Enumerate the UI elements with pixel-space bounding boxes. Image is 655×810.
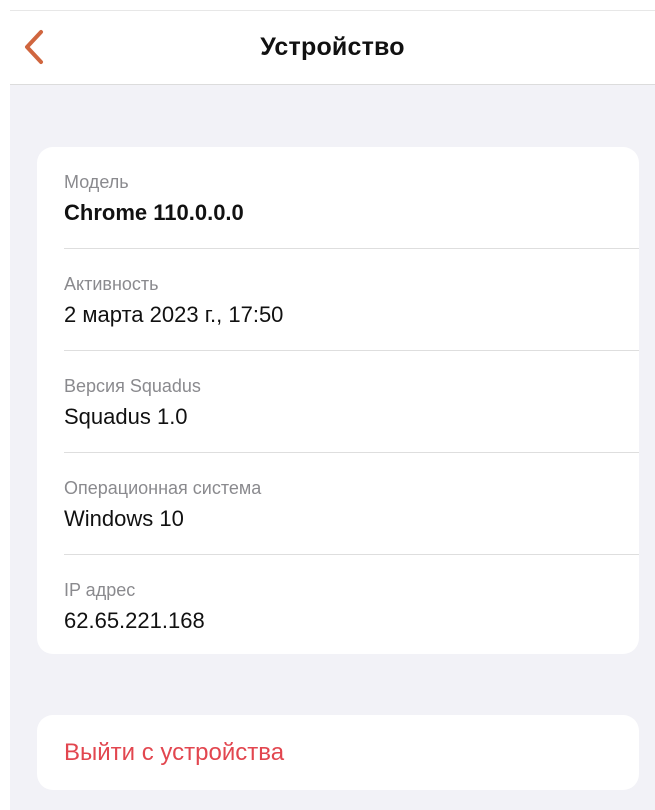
os-value: Windows 10: [64, 506, 184, 531]
info-row-version: Версия Squadus Squadus 1.0: [37, 351, 639, 453]
info-row-model: Модель Chrome 110.0.0.0: [37, 147, 639, 249]
device-details-screen: Устройство Модель Chrome 110.0.0.0 Актив…: [10, 10, 655, 810]
logout-label: Выйти с устройства: [64, 739, 285, 766]
device-info-card: Модель Chrome 110.0.0.0 Активность 2 мар…: [37, 147, 639, 654]
ip-label: IP адрес: [64, 580, 136, 600]
page-title: Устройство: [260, 33, 405, 61]
navigation-bar: Устройство: [10, 10, 655, 85]
logout-button[interactable]: Выйти с устройства: [37, 715, 639, 790]
version-value: Squadus 1.0: [64, 404, 188, 429]
model-value: Chrome 110.0.0.0: [64, 200, 244, 225]
activity-label: Активность: [64, 274, 159, 294]
info-row-os: Операционная система Windows 10: [37, 453, 639, 555]
os-label: Операционная система: [64, 478, 262, 498]
ip-value: 62.65.221.168: [64, 608, 205, 633]
info-row-ip: IP адрес 62.65.221.168: [37, 555, 639, 654]
activity-value: 2 марта 2023 г., 17:50: [64, 302, 284, 327]
model-label: Модель: [64, 172, 129, 192]
info-row-activity: Активность 2 марта 2023 г., 17:50: [37, 249, 639, 351]
version-label: Версия Squadus: [64, 376, 201, 396]
